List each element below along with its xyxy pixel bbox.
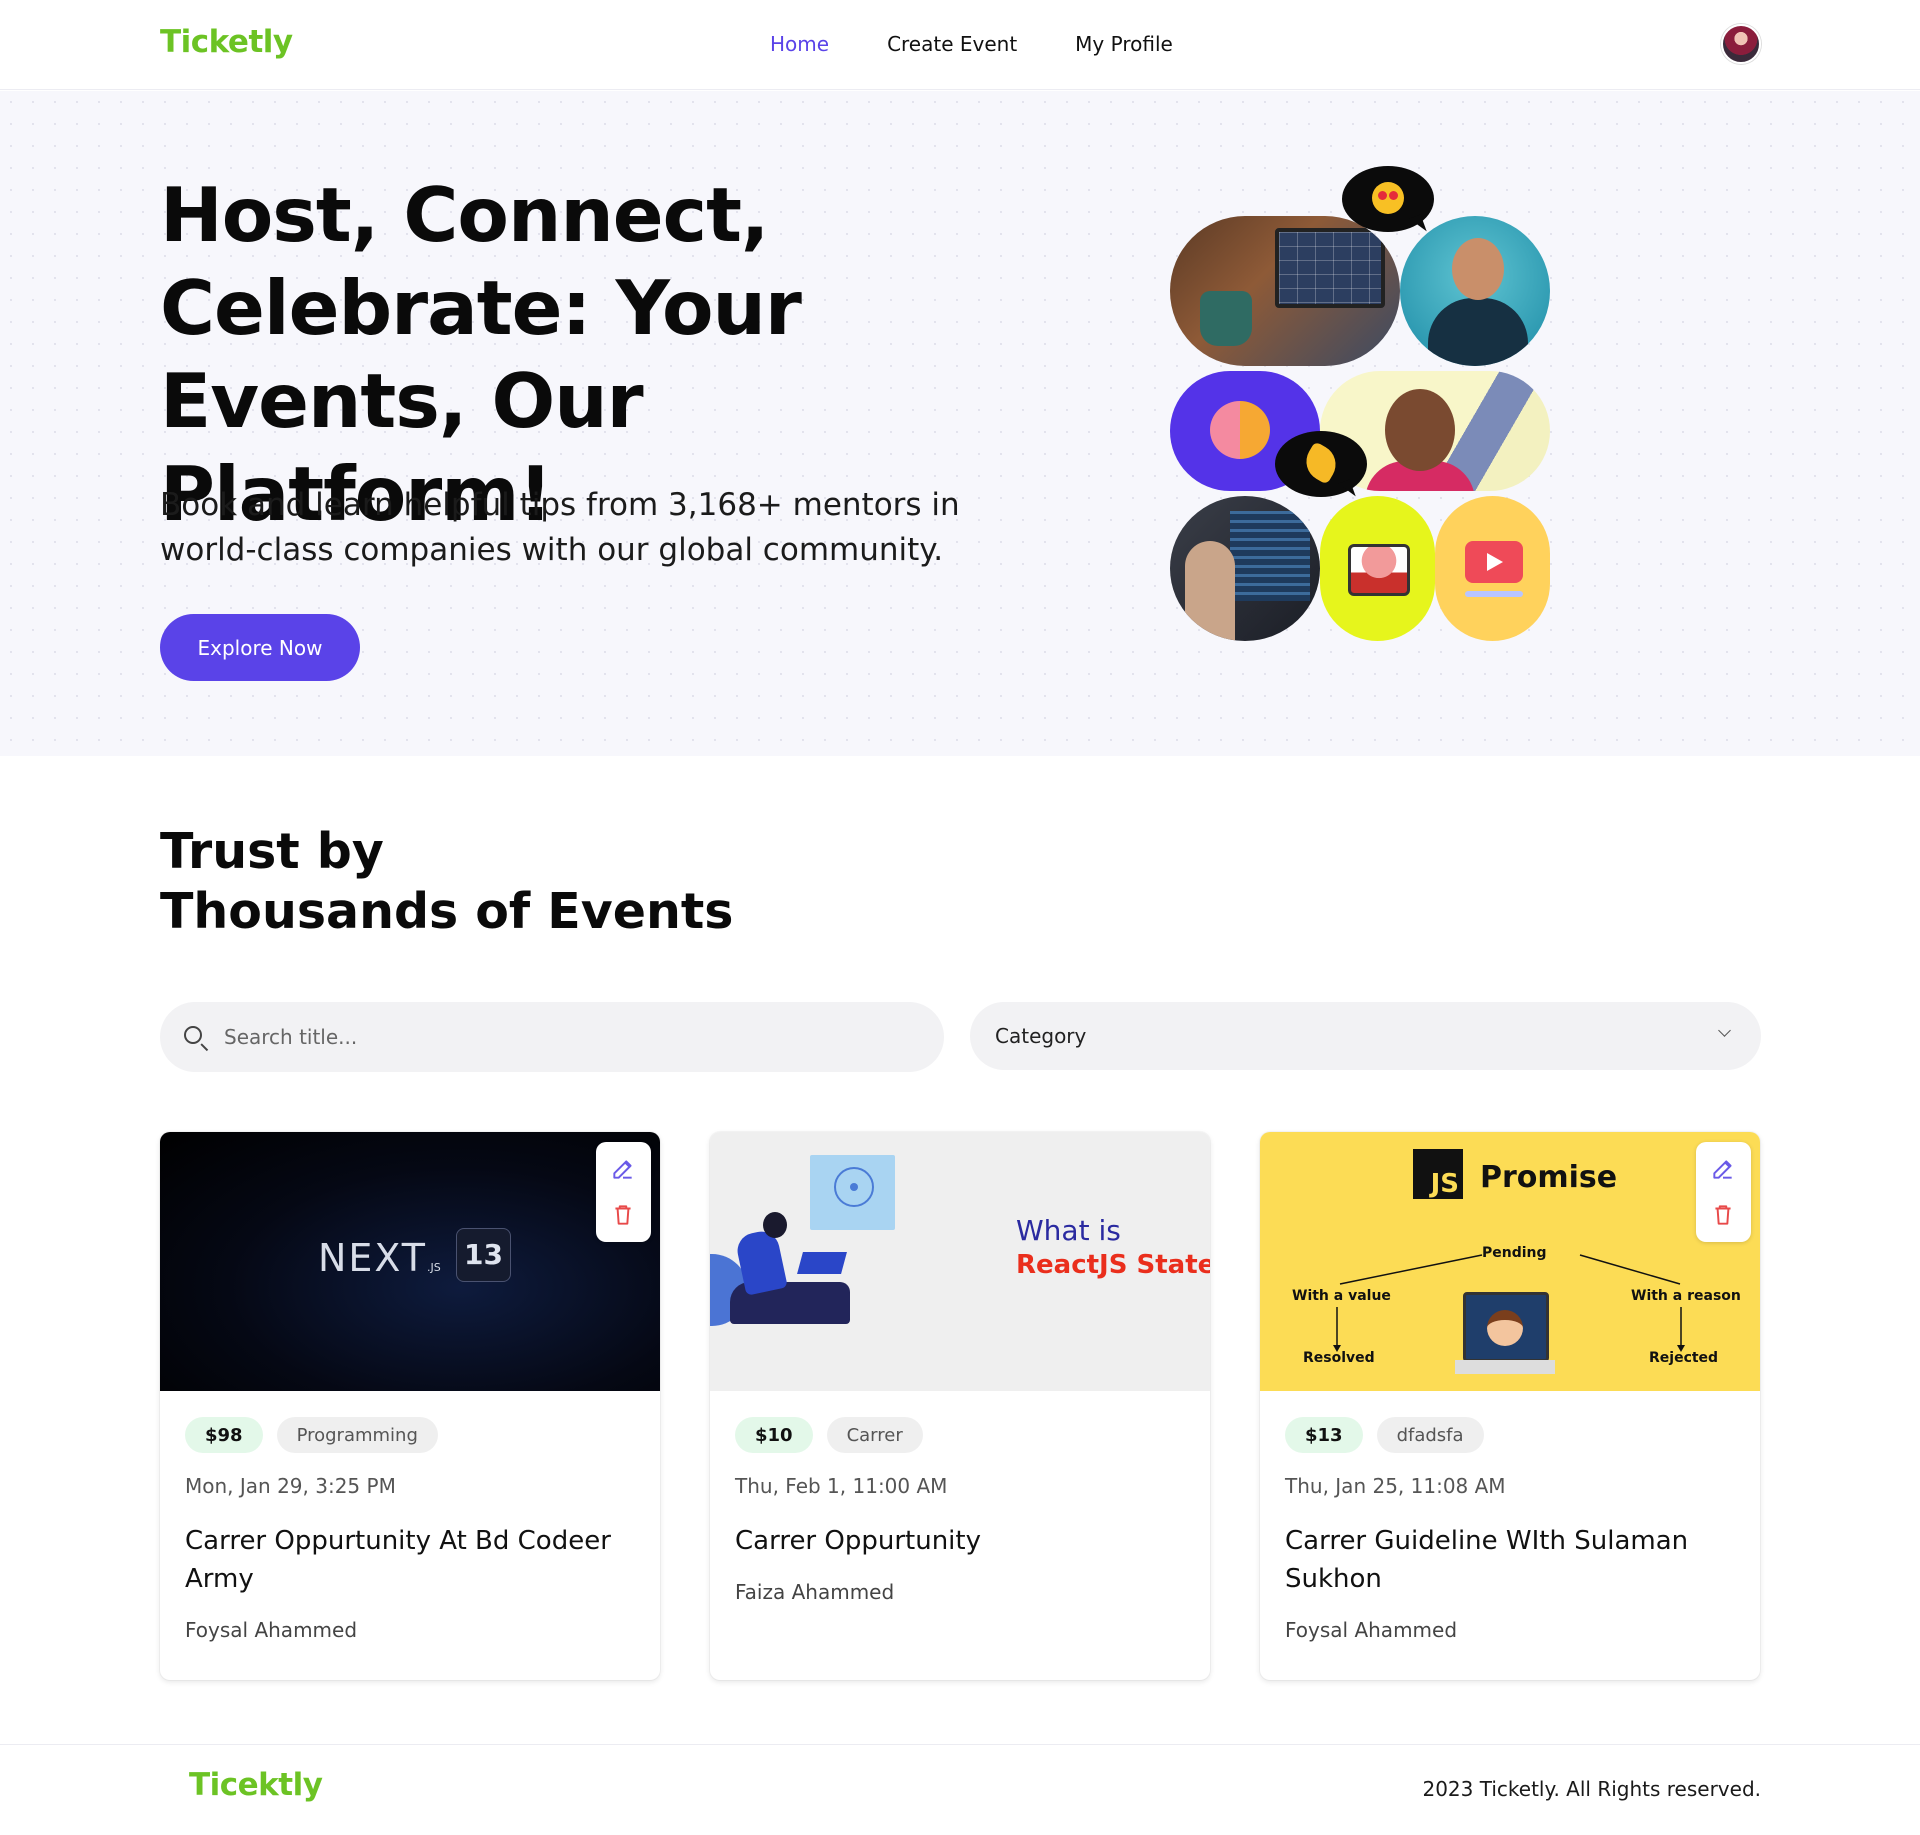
footer-brand[interactable]: Ticektly <box>189 1767 323 1803</box>
explore-now-button[interactable]: Explore Now <box>160 614 360 681</box>
user-avatar[interactable] <box>1721 24 1761 64</box>
diagram-label-resolved: Resolved <box>1303 1350 1375 1366</box>
event-author: Foysal Ahammed <box>185 1618 358 1642</box>
thumb-title: Promise <box>1480 1160 1618 1195</box>
react-atom-icon <box>834 1167 874 1207</box>
search-input[interactable] <box>224 1002 914 1072</box>
search-bar <box>160 1002 944 1072</box>
js-logo: JS <box>1413 1149 1463 1199</box>
chevron-down-icon <box>1718 1024 1731 1037</box>
event-title[interactable]: Carrer Guideline WIth Sulaman Sukhon <box>1285 1522 1735 1598</box>
diagram-label-rejected: Rejected <box>1649 1350 1719 1366</box>
presenter-photo <box>1170 496 1320 641</box>
diagram-label-with-reason: With a reason <box>1631 1288 1741 1304</box>
event-thumbnail: JS Promise Pending With a value With a r… <box>1260 1132 1760 1391</box>
price-badge: $98 <box>185 1417 263 1453</box>
video-play-icon <box>1435 496 1550 641</box>
event-author: Foysal Ahammed <box>1285 1618 1458 1642</box>
edit-icon[interactable] <box>1710 1156 1736 1182</box>
card-chips: $10 Carrer <box>735 1417 923 1453</box>
nextjs-version-badge: 13 <box>456 1228 511 1282</box>
event-thumbnail: NEXT.JS 13 <box>160 1132 660 1391</box>
nextjs-logo: NEXT.JS <box>318 1236 441 1280</box>
copyright-text: 2023 Ticketly. All Rights reserved. <box>1422 1777 1761 1801</box>
edit-icon[interactable] <box>610 1156 636 1182</box>
nav-links: Home Create Event My Profile <box>770 32 1173 56</box>
section-title-line-2: Thousands of Events <box>160 883 734 940</box>
heart-eyes-emoji-bubble <box>1342 166 1434 232</box>
event-card[interactable]: JS Promise Pending With a value With a r… <box>1260 1132 1760 1680</box>
trash-icon[interactable] <box>1710 1202 1736 1228</box>
event-date: Thu, Jan 25, 11:08 AM <box>1285 1474 1506 1498</box>
hero-section: Host, Connect, Celebrate: Your Events, O… <box>0 91 1920 756</box>
nav-link-my-profile[interactable]: My Profile <box>1075 32 1173 56</box>
event-title[interactable]: Carrer Oppurtunity At Bd Codeer Army <box>185 1522 635 1598</box>
laptop-meeting-photo <box>1170 216 1400 366</box>
navbar: Ticketly Home Create Event My Profile <box>0 0 1920 90</box>
category-badge: Programming <box>276 1417 438 1453</box>
event-author: Faiza Ahammed <box>735 1580 895 1604</box>
owner-actions <box>596 1142 651 1242</box>
event-card[interactable]: What is ReactJS State $10 Carrer Thu, Fe… <box>710 1132 1210 1680</box>
diagram-label-with-value: With a value <box>1292 1288 1391 1304</box>
category-badge: dfadsfa <box>1376 1417 1484 1453</box>
nav-link-home[interactable]: Home <box>770 32 829 56</box>
events-section-title: Trust by Thousands of Events <box>160 822 733 942</box>
section-title-line-1: Trust by <box>160 823 384 880</box>
hero-subtitle: Book and learn helpful tips from 3,168+ … <box>160 487 960 568</box>
event-date: Mon, Jan 29, 3:25 PM <box>185 1474 396 1498</box>
trash-icon[interactable] <box>610 1202 636 1228</box>
category-badge: Carrer <box>826 1417 923 1453</box>
category-select-value: Category <box>995 1024 1087 1048</box>
owner-actions <box>1696 1142 1751 1242</box>
card-chips: $98 Programming <box>185 1417 438 1453</box>
event-title[interactable]: Carrer Oppurtunity <box>735 1522 1185 1560</box>
thumb-text-line-2: ReactJS State <box>1016 1250 1210 1280</box>
thumb-text-line-1: What is <box>1016 1214 1121 1247</box>
price-badge: $10 <box>735 1417 813 1453</box>
book-brain-icon <box>1320 496 1435 641</box>
price-badge: $13 <box>1285 1417 1363 1453</box>
event-card[interactable]: NEXT.JS 13 $98 Programming Mon, Jan 29, … <box>160 1132 660 1680</box>
waving-hand-emoji-bubble <box>1275 431 1367 497</box>
nav-link-create-event[interactable]: Create Event <box>887 32 1017 56</box>
card-chips: $13 dfadsfa <box>1285 1417 1484 1453</box>
diagram-label-pending: Pending <box>1482 1245 1547 1261</box>
smiling-man-photo <box>1400 216 1550 366</box>
search-icon <box>184 1026 202 1044</box>
event-date: Thu, Feb 1, 11:00 AM <box>735 1474 948 1498</box>
brand-logo[interactable]: Ticketly <box>160 24 293 60</box>
footer: Ticektly 2023 Ticketly. All Rights reser… <box>0 1744 1920 1835</box>
react-logo-bubble <box>810 1155 895 1230</box>
hero-collage <box>1170 166 1560 641</box>
category-select[interactable]: Category <box>970 1002 1761 1070</box>
event-thumbnail: What is ReactJS State <box>710 1132 1210 1391</box>
